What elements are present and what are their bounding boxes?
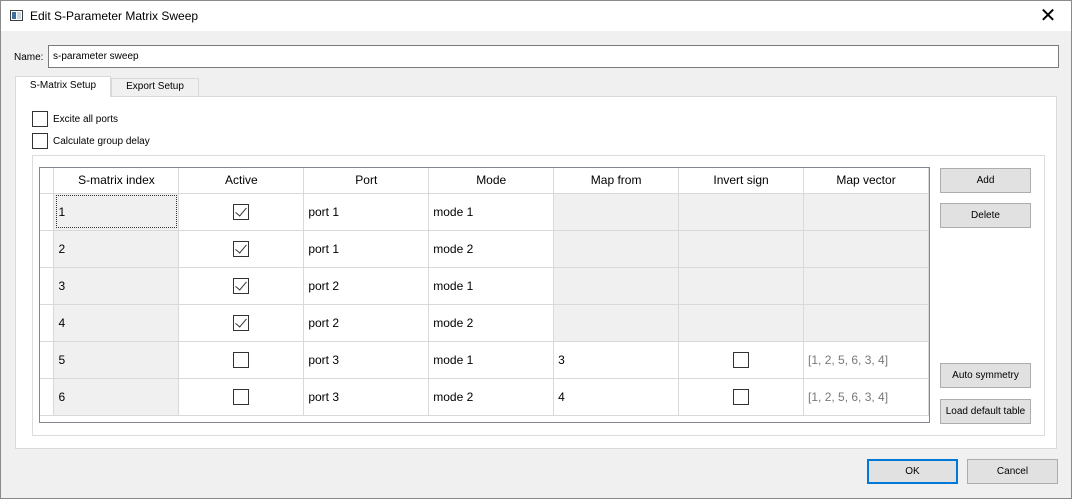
cell-port[interactable]: port 2 (303, 304, 430, 342)
cell-map-from (553, 230, 680, 268)
cell-invert-sign (678, 193, 805, 231)
load-default-table-button[interactable]: Load default table (940, 399, 1031, 424)
window-title: Edit S-Parameter Matrix Sweep (30, 9, 199, 23)
cell-mode[interactable]: mode 1 (428, 193, 555, 231)
cell-map-from (553, 267, 680, 305)
col-header-s-matrix-index[interactable]: S-matrix index (53, 168, 180, 194)
calculate-group-delay-checkbox[interactable] (32, 133, 48, 149)
invert-sign-checkbox[interactable] (733, 351, 750, 368)
col-header-port[interactable]: Port (303, 168, 430, 194)
excite-all-ports-checkbox[interactable] (32, 111, 48, 127)
cancel-button[interactable]: Cancel (967, 459, 1058, 484)
excite-all-ports-option[interactable]: Excite all ports (32, 111, 118, 127)
cell-invert-sign (678, 304, 805, 342)
invert-sign-checkbox[interactable] (733, 388, 750, 405)
close-icon[interactable]: ✕ (1025, 1, 1071, 31)
cell-port[interactable]: port 1 (303, 193, 430, 231)
table-row[interactable]: 6 port 3 mode 2 4 [1, 2, 5, 6, 3, 4] (40, 378, 929, 416)
row-header[interactable] (40, 230, 55, 268)
cell-port[interactable]: port 3 (303, 378, 430, 416)
cell-mode[interactable]: mode 2 (428, 304, 555, 342)
cell-s-matrix-index: 3 (53, 267, 180, 305)
col-header-map-vector[interactable]: Map vector (803, 168, 929, 194)
tab-export-setup[interactable]: Export Setup (111, 78, 199, 96)
cell-invert-sign[interactable] (678, 378, 805, 416)
add-button[interactable]: Add (940, 168, 1031, 193)
cell-active[interactable] (178, 267, 305, 305)
cell-map-vector (803, 193, 929, 231)
cell-mode[interactable]: mode 2 (428, 230, 555, 268)
delete-button[interactable]: Delete (940, 203, 1031, 228)
row-header[interactable] (40, 341, 55, 379)
auto-symmetry-button[interactable]: Auto symmetry (940, 363, 1031, 388)
name-label: Name: (14, 52, 44, 63)
s-matrix-table[interactable]: S-matrix index Active Port Mode Map from… (39, 167, 930, 423)
cell-active[interactable] (178, 193, 305, 231)
active-checkbox[interactable] (233, 240, 250, 257)
table-row[interactable]: 3 port 2 mode 1 (40, 267, 929, 305)
cell-s-matrix-index: 5 (53, 341, 180, 379)
cell-mode[interactable]: mode 1 (428, 341, 555, 379)
cell-invert-sign (678, 267, 805, 305)
cell-active[interactable] (178, 341, 305, 379)
cell-port[interactable]: port 2 (303, 267, 430, 305)
calculate-group-delay-option[interactable]: Calculate group delay (32, 133, 150, 149)
cell-map-vector[interactable]: [1, 2, 5, 6, 3, 4] (803, 341, 929, 379)
cell-map-vector (803, 267, 929, 305)
active-checkbox[interactable] (233, 314, 250, 331)
table-row[interactable]: 5 port 3 mode 1 3 [1, 2, 5, 6, 3, 4] (40, 341, 929, 379)
cell-map-vector (803, 230, 929, 268)
cell-invert-sign[interactable] (678, 341, 805, 379)
cell-s-matrix-index: 6 (53, 378, 180, 416)
cell-s-matrix-index: 4 (53, 304, 180, 342)
col-header-mode[interactable]: Mode (428, 168, 555, 194)
table-row[interactable]: 4 port 2 mode 2 (40, 304, 929, 342)
app-window-icon (10, 10, 23, 21)
cell-map-from (553, 193, 680, 231)
table-corner[interactable] (40, 168, 55, 194)
col-header-active[interactable]: Active (178, 168, 305, 194)
cell-map-vector[interactable]: [1, 2, 5, 6, 3, 4] (803, 378, 929, 416)
cell-mode[interactable]: mode 1 (428, 267, 555, 305)
name-input[interactable] (48, 45, 1059, 68)
table-row[interactable]: 2 port 1 mode 2 (40, 230, 929, 268)
cell-mode[interactable]: mode 2 (428, 378, 555, 416)
cell-active[interactable] (178, 230, 305, 268)
cell-map-from[interactable]: 3 (553, 341, 680, 379)
tab-s-matrix-setup[interactable]: S-Matrix Setup (15, 76, 111, 97)
col-header-invert-sign[interactable]: Invert sign (678, 168, 805, 194)
cell-s-matrix-index: 1 (53, 193, 180, 231)
ok-button[interactable]: OK (867, 459, 958, 484)
cell-s-matrix-index: 2 (53, 230, 180, 268)
active-checkbox[interactable] (233, 388, 250, 405)
row-header[interactable] (40, 304, 55, 342)
table-header-row: S-matrix index Active Port Mode Map from… (40, 168, 929, 194)
active-checkbox[interactable] (233, 203, 250, 220)
calculate-group-delay-label: Calculate group delay (53, 135, 150, 147)
cell-invert-sign (678, 230, 805, 268)
active-checkbox[interactable] (233, 351, 250, 368)
s-matrix-setup-pane: Excite all ports Calculate group delay S… (15, 96, 1057, 449)
cell-active[interactable] (178, 378, 305, 416)
col-header-map-from[interactable]: Map from (553, 168, 680, 194)
active-checkbox[interactable] (233, 277, 250, 294)
row-header[interactable] (40, 267, 55, 305)
row-header[interactable] (40, 193, 55, 231)
excite-all-ports-label: Excite all ports (53, 113, 119, 125)
cell-port[interactable]: port 1 (303, 230, 430, 268)
cell-map-from[interactable]: 4 (553, 378, 680, 416)
cell-port[interactable]: port 3 (303, 341, 430, 379)
cell-map-from (553, 304, 680, 342)
table-row[interactable]: 1 port 1 mode 1 (40, 193, 929, 231)
dialog-window: Edit S-Parameter Matrix Sweep ✕ Name: S-… (0, 0, 1072, 499)
title-bar: Edit S-Parameter Matrix Sweep ✕ (1, 1, 1071, 31)
row-header[interactable] (40, 378, 55, 416)
cell-active[interactable] (178, 304, 305, 342)
cell-map-vector (803, 304, 929, 342)
